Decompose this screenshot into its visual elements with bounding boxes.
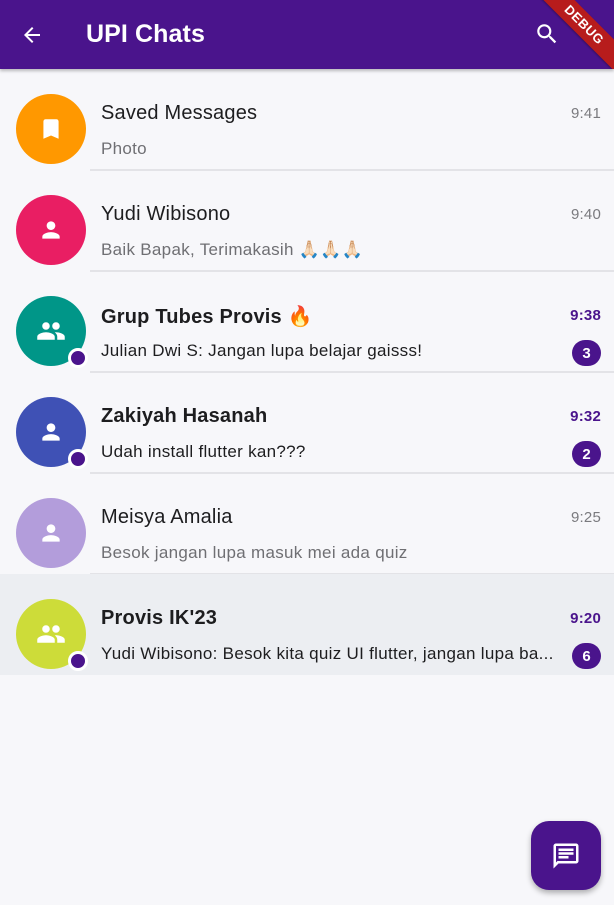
- group-icon: [36, 316, 66, 346]
- chat-item[interactable]: Saved Messages 9:41 Photo: [0, 69, 614, 171]
- chat-last-message: Photo: [101, 139, 147, 158]
- app-bar: UPI Chats DEBUG: [0, 0, 614, 69]
- person-icon: [38, 520, 64, 546]
- chat-last-message: Yudi Wibisono: Besok kita quiz UI flutte…: [101, 644, 554, 663]
- chat-name: Provis IK'23: [101, 607, 218, 629]
- person-icon: [38, 217, 64, 243]
- chat-last-message: Julian Dwi S: Jangan lupa belajar gaisss…: [101, 341, 423, 360]
- unread-badge: 6: [572, 643, 601, 669]
- unread-badge: 2: [572, 441, 601, 467]
- chat-time: 9:40: [571, 206, 601, 223]
- chat-time: 9:38: [570, 307, 601, 324]
- chat-item[interactable]: Yudi Wibisono 9:40 Baik Bapak, Terimakasih…: [0, 170, 614, 272]
- online-indicator: [68, 348, 88, 368]
- chat-icon: [553, 843, 579, 868]
- avatar: [16, 599, 88, 671]
- chat-time: 9:25: [571, 509, 601, 526]
- new-chat-button[interactable]: [531, 821, 601, 890]
- page-title: UPI Chats: [86, 20, 205, 48]
- avatar: [16, 397, 88, 469]
- chat-item[interactable]: Provis IK'23 9:20 Yudi Wibisono: Besok kit…: [0, 574, 614, 675]
- chat-item[interactable]: Meisya Amalia 9:25 Besok jangan lupa masuk…: [0, 473, 614, 575]
- avatar: [16, 195, 86, 265]
- online-indicator: [68, 449, 88, 469]
- chat-name: Zakiyah Hasanah: [101, 405, 268, 427]
- avatar: [16, 498, 86, 568]
- chat-time: 9:20: [570, 610, 601, 627]
- chat-last-message: Baik Bapak, Terimakasih 🙏🏻🙏🏻🙏🏻: [101, 240, 364, 259]
- back-button[interactable]: [0, 0, 64, 69]
- chat-name: Yudi Wibisono: [101, 203, 231, 225]
- bookmark-icon: [38, 116, 64, 142]
- chat-name: Saved Messages: [101, 102, 258, 124]
- chat-name: Grup Tubes Provis 🔥: [101, 306, 313, 328]
- search-icon: [537, 24, 557, 44]
- group-icon: [36, 619, 66, 649]
- chat-last-message: Besok jangan lupa masuk mei ada quiz: [101, 543, 408, 562]
- person-icon: [38, 419, 64, 445]
- chat-item[interactable]: Grup Tubes Provis 🔥 9:38 Julian Dwi S: Jan…: [0, 271, 614, 373]
- arrow-back-icon: [24, 26, 40, 43]
- chat-last-message: Udah install flutter kan???: [101, 442, 306, 461]
- avatar: [16, 296, 88, 368]
- unread-badge: 3: [572, 340, 601, 366]
- chat-list: Saved Messages 9:41 Photo Yudi Wibisono 9:40…: [0, 69, 614, 675]
- avatar: [16, 94, 86, 164]
- chat-name: Meisya Amalia: [101, 506, 233, 528]
- chat-item[interactable]: Zakiyah Hasanah 9:32 Udah install flutter …: [0, 372, 614, 474]
- chat-time: 9:41: [571, 105, 601, 122]
- chat-time: 9:32: [570, 408, 601, 425]
- online-indicator: [68, 651, 88, 671]
